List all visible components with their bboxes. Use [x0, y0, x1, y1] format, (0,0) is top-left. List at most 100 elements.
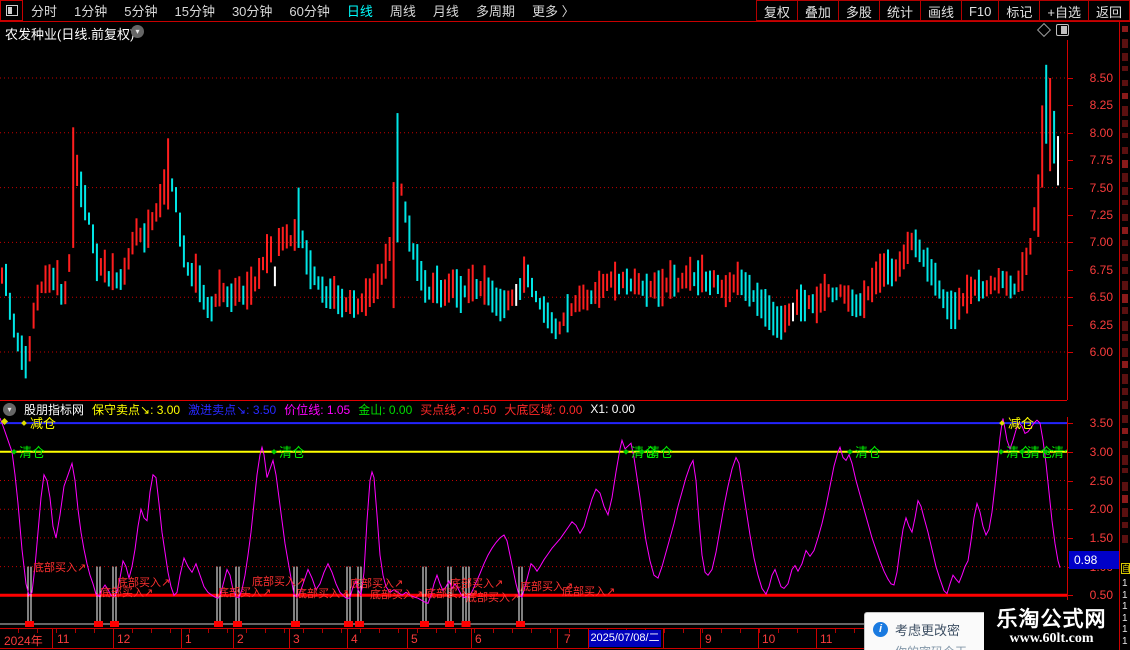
edge-strip-tab[interactable]: 自	[1121, 563, 1130, 574]
period-tab[interactable]: 15分钟	[174, 1, 214, 20]
price-bar	[372, 273, 375, 304]
price-bar	[143, 223, 146, 253]
indicator-chevron-icon[interactable]: ▾	[3, 402, 16, 416]
timeline-month-label: 11	[820, 632, 833, 646]
toolbar-button[interactable]: 统计	[879, 0, 921, 21]
price-bar	[962, 293, 965, 307]
price-bar	[107, 271, 110, 287]
timeline-month-label: 5	[411, 632, 418, 646]
toolbar-button[interactable]: F10	[961, 0, 1000, 21]
watermark-site-name: 乐淘公式网	[996, 608, 1107, 631]
candlestick-chart[interactable]	[0, 40, 1067, 400]
price-bar	[871, 267, 874, 303]
timeline-divider	[113, 629, 114, 649]
price-bar	[637, 273, 640, 295]
strip-glyph	[1122, 521, 1128, 528]
timeline-divider	[557, 629, 558, 649]
period-tab[interactable]: 5分钟	[124, 1, 157, 20]
diamond-icon[interactable]	[1036, 22, 1052, 38]
price-bar	[716, 274, 719, 294]
timeline-month-label: 9	[705, 632, 712, 646]
price-bar	[582, 284, 585, 310]
period-tab[interactable]: 1分钟	[74, 1, 107, 20]
price-bar	[463, 285, 466, 298]
price-bar	[847, 285, 850, 312]
price-bar	[981, 281, 984, 299]
toolbar-button[interactable]: 叠加	[797, 0, 839, 21]
toolbar-button[interactable]: 画线	[920, 0, 962, 21]
price-bar	[368, 278, 371, 307]
strip-glyph	[1122, 173, 1128, 183]
price-bar	[602, 273, 605, 298]
bottom-zone-marker	[110, 621, 119, 627]
price-bar	[1009, 275, 1012, 299]
price-bar	[258, 258, 261, 289]
price-bar	[424, 270, 427, 303]
price-bar	[182, 235, 185, 268]
period-tab[interactable]: 月线	[433, 1, 459, 20]
period-tab[interactable]: 30分钟	[232, 1, 272, 20]
price-axis: 8.50 8.25 8.00 7.75 7.50 7.25 7.00 6.75 6.50 6.25…	[1067, 40, 1119, 400]
timeline-divider	[663, 629, 664, 649]
strip-glyph	[1122, 52, 1128, 61]
strip-glyph	[1122, 441, 1128, 449]
price-bar	[32, 302, 35, 329]
split-window-icon[interactable]	[1056, 24, 1069, 36]
price-bar	[360, 293, 363, 313]
price-bar	[84, 185, 87, 221]
price-bar	[471, 264, 474, 302]
period-tab[interactable]: 更多 〉	[532, 1, 575, 20]
price-bar	[618, 273, 620, 295]
right-edge-strip[interactable]: 自 111111	[1119, 22, 1130, 650]
price-bar	[455, 269, 458, 308]
price-bar	[52, 267, 55, 291]
price-bar	[479, 281, 482, 297]
price-bar	[614, 261, 617, 301]
price-bar	[835, 287, 838, 301]
period-tab[interactable]: 60分钟	[289, 1, 329, 20]
strip-glyph	[1122, 146, 1128, 154]
price-bar	[780, 305, 783, 340]
price-bar	[5, 263, 7, 296]
price-bar	[578, 285, 581, 312]
layout-icon-button[interactable]	[0, 0, 23, 21]
toolbar-button[interactable]: 标记	[999, 0, 1041, 21]
price-bar	[277, 228, 280, 256]
toolbar-button[interactable]: +自选	[1040, 0, 1089, 21]
strip-glyph	[1122, 401, 1128, 410]
strip-glyph	[1122, 93, 1128, 99]
price-bar	[293, 219, 296, 251]
price-bar	[807, 295, 810, 310]
price-bar	[756, 282, 759, 316]
price-bar	[305, 240, 308, 275]
toolbar-button[interactable]: 多股	[838, 0, 880, 21]
price-bar	[12, 313, 15, 338]
price-bar	[163, 169, 166, 205]
price-bar	[444, 279, 446, 306]
strip-glyph	[1122, 387, 1128, 395]
sell-mark	[623, 448, 629, 455]
toolbar-button[interactable]: 返回	[1088, 0, 1130, 21]
period-tab[interactable]: 日线	[347, 1, 373, 20]
price-bar	[447, 273, 450, 303]
indicator-axis-label: 3.00	[1089, 444, 1113, 459]
price-bar	[194, 253, 197, 293]
toolbar-button[interactable]: 复权	[755, 0, 798, 21]
price-bar	[744, 272, 747, 301]
chevron-down-icon[interactable]: ▾	[131, 25, 144, 38]
price-bar	[803, 289, 806, 322]
period-tab[interactable]: 多周期	[476, 1, 515, 20]
price-bar	[388, 237, 391, 261]
price-bar	[503, 290, 506, 319]
period-tab[interactable]: 分时	[31, 1, 57, 20]
strip-glyph	[1122, 133, 1128, 139]
indicator-chart[interactable]: 底部买入↗底部买入↗底部买入↗底部买入↗底部买入↗底部买入↗底部买入↗底部买入↗…	[0, 417, 1067, 628]
period-tab[interactable]: 周线	[390, 1, 416, 20]
price-bar	[625, 268, 628, 295]
strip-digit: 1	[1122, 601, 1128, 613]
price-bar	[1005, 271, 1008, 296]
price-bar	[669, 260, 672, 299]
price-bar	[839, 284, 842, 297]
axis-tick	[1068, 242, 1073, 244]
price-bar	[883, 253, 885, 287]
